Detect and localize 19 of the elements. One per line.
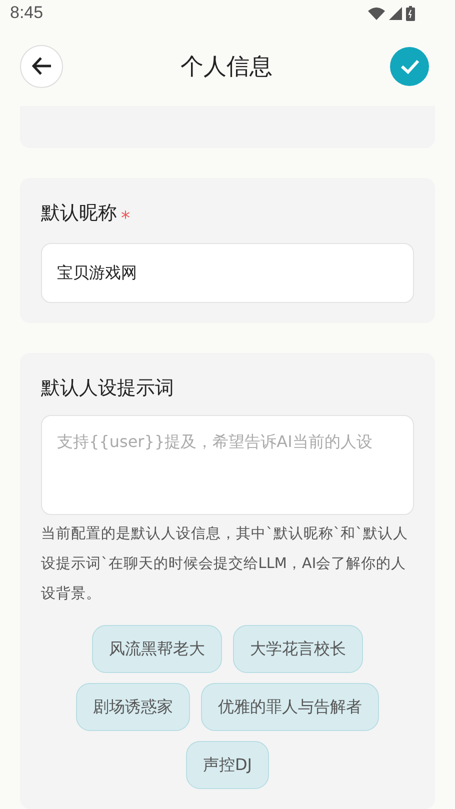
preset-chip[interactable]: 风流黑帮老大 (92, 625, 222, 673)
status-time: 8:45 (10, 3, 44, 24)
persona-field[interactable]: 支持{{user}}提及，希望告诉AI当前的人设 (41, 415, 414, 515)
preset-chip[interactable]: 剧场诱惑家 (76, 683, 190, 731)
nickname-label: 默认昵称 (41, 201, 117, 226)
back-button[interactable] (20, 44, 63, 88)
preset-chip[interactable]: 大学花言校长 (233, 625, 363, 673)
required-mark: * (121, 208, 130, 229)
preset-chip[interactable]: 声控DJ (186, 741, 270, 789)
back-arrow-icon (30, 55, 52, 78)
wifi-icon (368, 6, 385, 20)
battery-icon (406, 6, 415, 21)
preset-chip[interactable]: 优雅的罪人与告解者 (201, 683, 379, 731)
signal-icon (389, 6, 402, 20)
nickname-field[interactable]: 宝贝游戏网 (41, 243, 414, 303)
persona-label: 默认人设提示词 (41, 376, 174, 401)
confirm-button[interactable] (390, 46, 429, 86)
page-title: 个人信息 (180, 52, 272, 82)
persona-description: 当前配置的是默认人设信息，其中`默认昵称`和`默认人设提示词`在聊天的时候会提交给LLM，AI会了解你的人设背景。 (41, 525, 409, 604)
